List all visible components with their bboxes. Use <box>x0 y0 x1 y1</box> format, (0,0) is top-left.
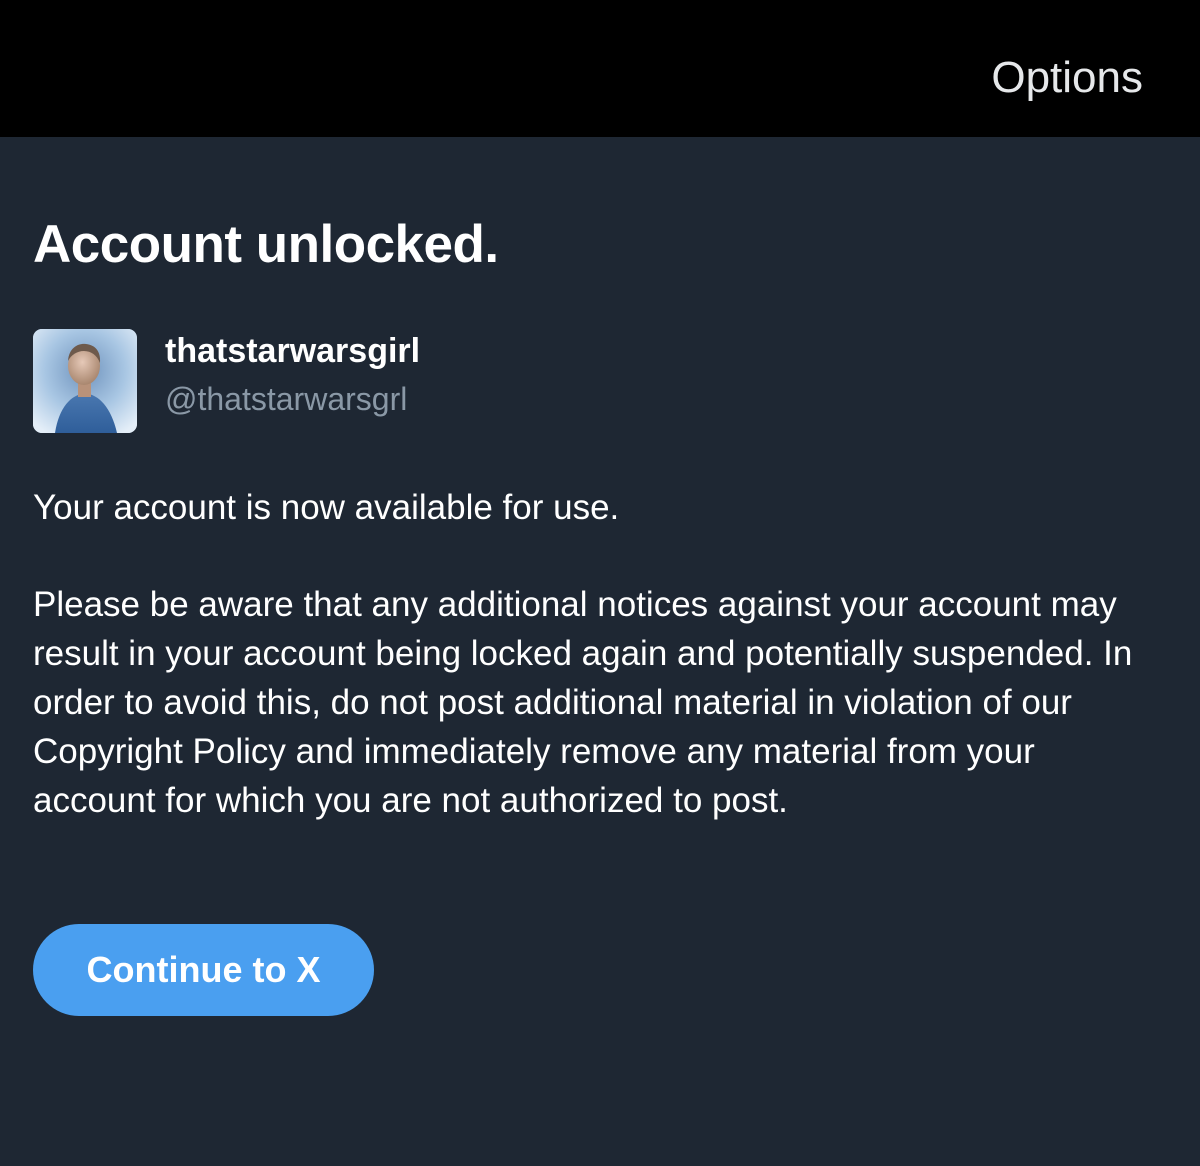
account-unlocked-panel: Account unlocked. thatstarwarsgirl @that… <box>0 137 1200 1166</box>
copyright-warning-message: Please be aware that any additional noti… <box>33 585 1133 820</box>
profile-photo-icon <box>33 329 137 433</box>
top-bar: Options <box>0 0 1200 137</box>
continue-button[interactable]: Continue to X <box>33 924 374 1016</box>
availability-message: Your account is now available for use. <box>33 488 620 527</box>
options-button[interactable]: Options <box>991 50 1143 106</box>
page-title: Account unlocked. <box>33 215 499 274</box>
avatar <box>33 329 137 433</box>
account-handle: @thatstarwarsgrl <box>165 381 408 417</box>
account-display-name: thatstarwarsgirl <box>165 332 421 370</box>
